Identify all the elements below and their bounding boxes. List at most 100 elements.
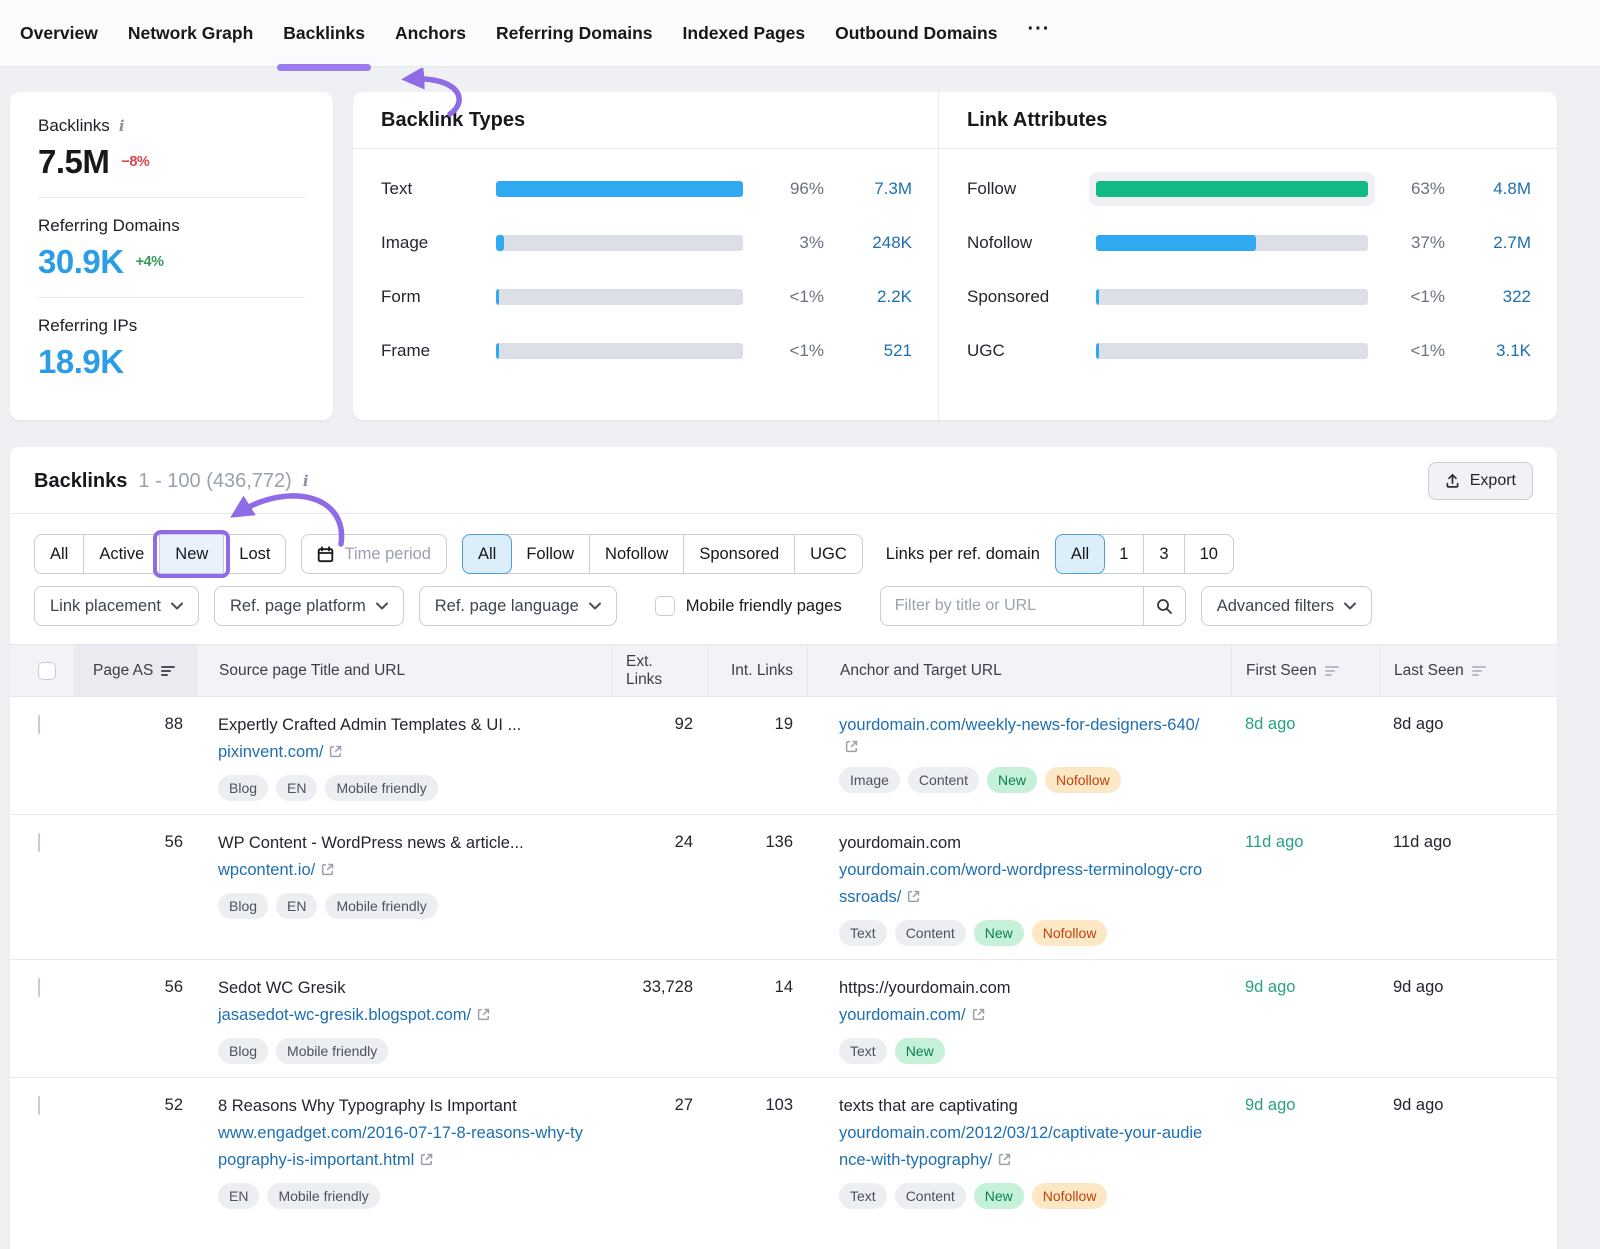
- page-as-value: 88: [74, 712, 196, 801]
- page-as-value: 56: [74, 975, 196, 1064]
- target-url-link[interactable]: yourdomain.com/: [839, 1006, 966, 1024]
- filter-follow-all[interactable]: All: [462, 534, 512, 574]
- column-header-page-as[interactable]: Page AS: [74, 645, 196, 696]
- table-row: 56 Sedot WC Gresik jasasedot-wc-gresik.b…: [10, 960, 1557, 1078]
- table-row: 56 WP Content - WordPress news & article…: [10, 815, 1557, 960]
- metric-link[interactable]: 3.1K: [1457, 341, 1531, 361]
- links-per-domain-1[interactable]: 1: [1104, 535, 1144, 573]
- row-checkbox[interactable]: [38, 978, 40, 997]
- table-header: Page AS Source page Title and URL Ext. L…: [10, 644, 1557, 697]
- tag-pill-new: New: [987, 767, 1037, 793]
- target-url-link[interactable]: yourdomain.com/word-wordpress-terminolog…: [839, 861, 1202, 906]
- links-per-domain-10[interactable]: 10: [1185, 535, 1233, 573]
- metric-link[interactable]: 4.8M: [1457, 179, 1531, 199]
- links-per-domain-label: Links per ref. domain: [886, 545, 1040, 564]
- metric-link[interactable]: 2.7M: [1457, 233, 1531, 253]
- filter-follow[interactable]: Follow: [511, 535, 590, 573]
- nav-tab-indexed-pages[interactable]: Indexed Pages: [683, 0, 806, 67]
- source-url-link[interactable]: www.engadget.com/2016-07-17-8-reasons-wh…: [218, 1124, 583, 1169]
- link-placement-dropdown[interactable]: Link placement: [34, 586, 199, 626]
- target-url-link[interactable]: yourdomain.com/2012/03/12/captivate-your…: [839, 1124, 1202, 1169]
- filter-status-new[interactable]: New: [160, 535, 224, 573]
- search-button[interactable]: [1143, 587, 1185, 625]
- bar-fill: [496, 289, 499, 305]
- table-row: 88 Expertly Crafted Admin Templates & UI…: [10, 697, 1557, 815]
- stat-referring-domains-value[interactable]: 30.9K: [38, 243, 124, 281]
- links-per-domain-3[interactable]: 3: [1144, 535, 1184, 573]
- last-seen-value: 9d ago: [1379, 975, 1557, 1064]
- search-input[interactable]: [881, 587, 1143, 625]
- ext-links-value: 27: [611, 1093, 707, 1209]
- first-seen-value: 11d ago: [1231, 830, 1379, 946]
- info-icon[interactable]: i: [119, 117, 125, 135]
- filter-status-active[interactable]: Active: [84, 535, 160, 573]
- last-seen-value: 11d ago: [1379, 830, 1557, 946]
- column-header-ext-links: Ext. Links: [611, 645, 707, 696]
- nav-tab-overview[interactable]: Overview: [20, 0, 98, 67]
- metric-link[interactable]: 248K: [836, 233, 912, 253]
- source-url-link[interactable]: wpcontent.io/: [218, 861, 315, 879]
- chart-row-image: Image 3% 248K: [381, 216, 912, 270]
- nav-tab-backlinks[interactable]: Backlinks: [283, 0, 365, 67]
- stat-referring-ips: Referring IPs 18.9K: [38, 298, 305, 397]
- nav-tab-referring-domains[interactable]: Referring Domains: [496, 0, 653, 67]
- time-period-button[interactable]: Time period: [301, 534, 447, 574]
- source-url-link[interactable]: pixinvent.com/: [218, 743, 323, 761]
- tag-pill: Text: [839, 1038, 887, 1064]
- nav-tab-outbound-domains[interactable]: Outbound Domains: [835, 0, 997, 67]
- target-url-link[interactable]: yourdomain.com/weekly-news-for-designers…: [839, 716, 1199, 734]
- tag-pill: Content: [895, 1183, 966, 1209]
- column-header-last-seen[interactable]: Last Seen: [1379, 645, 1557, 696]
- select-all-checkbox[interactable]: [38, 662, 56, 680]
- charts-card: Backlink Types Text 96% 7.3M Image 3% 24…: [353, 92, 1557, 420]
- links-per-domain-all[interactable]: All: [1055, 534, 1105, 574]
- chart-row-form: Form <1% 2.2K: [381, 270, 912, 324]
- bar-track: [1096, 289, 1368, 305]
- row-checkbox[interactable]: [38, 715, 40, 734]
- filter-ugc[interactable]: UGC: [795, 535, 862, 573]
- ext-links-value: 33,728: [611, 975, 707, 1064]
- metric-link[interactable]: 322: [1457, 287, 1531, 307]
- nav-more-menu-icon[interactable]: ···: [1027, 0, 1050, 67]
- filter-status-all[interactable]: All: [35, 535, 84, 573]
- filter-nofollow[interactable]: Nofollow: [590, 535, 684, 573]
- filter-sponsored[interactable]: Sponsored: [684, 535, 795, 573]
- links-per-domain-group: All 1 3 10: [1055, 534, 1234, 574]
- chevron-down-icon: [171, 602, 183, 610]
- nav-tab-network-graph[interactable]: Network Graph: [128, 0, 253, 67]
- ref-page-language-dropdown[interactable]: Ref. page language: [419, 586, 617, 626]
- metric-link[interactable]: 7.3M: [836, 179, 912, 199]
- column-header-anchor: Anchor and Target URL: [807, 645, 1231, 696]
- tag-pill: Blog: [218, 775, 268, 801]
- bar-track: [496, 289, 743, 305]
- anchor-text: https://yourdomain.com: [839, 975, 1205, 1002]
- export-icon: [1445, 473, 1460, 489]
- search-icon: [1156, 598, 1173, 615]
- mobile-friendly-checkbox[interactable]: [655, 596, 675, 616]
- ref-page-platform-dropdown[interactable]: Ref. page platform: [214, 586, 404, 626]
- source-url-link[interactable]: jasasedot-wc-gresik.blogspot.com/: [218, 1006, 471, 1024]
- nav-tab-anchors[interactable]: Anchors: [395, 0, 466, 67]
- row-checkbox[interactable]: [38, 1096, 40, 1115]
- summary-stats-card: Backlinks i 7.5M −8% Referring Domains 3…: [10, 92, 333, 420]
- source-title: WP Content - WordPress news & article...: [218, 830, 583, 857]
- export-button[interactable]: Export: [1428, 462, 1533, 500]
- row-checkbox[interactable]: [38, 833, 40, 852]
- bar-track: [1096, 235, 1368, 251]
- external-link-icon: [329, 745, 342, 758]
- info-icon[interactable]: i: [303, 472, 309, 490]
- tag-pill: Blog: [218, 893, 268, 919]
- column-header-first-seen[interactable]: First Seen: [1231, 645, 1379, 696]
- filter-status-lost[interactable]: Lost: [224, 535, 285, 573]
- tag-pill: EN: [276, 893, 317, 919]
- advanced-filters-dropdown[interactable]: Advanced filters: [1201, 586, 1372, 626]
- metric-link[interactable]: 521: [836, 341, 912, 361]
- calendar-icon: [317, 546, 334, 563]
- results-range: 1 - 100 (436,772): [138, 470, 291, 493]
- stat-referring-ips-value[interactable]: 18.9K: [38, 343, 124, 381]
- chart-row-nofollow: Nofollow 37% 2.7M: [967, 216, 1531, 270]
- stat-backlinks-value: 7.5M: [38, 143, 109, 181]
- metric-link[interactable]: 2.2K: [836, 287, 912, 307]
- active-tab-underline: [277, 64, 371, 71]
- follow-filter-group: All Follow Nofollow Sponsored UGC: [462, 534, 863, 574]
